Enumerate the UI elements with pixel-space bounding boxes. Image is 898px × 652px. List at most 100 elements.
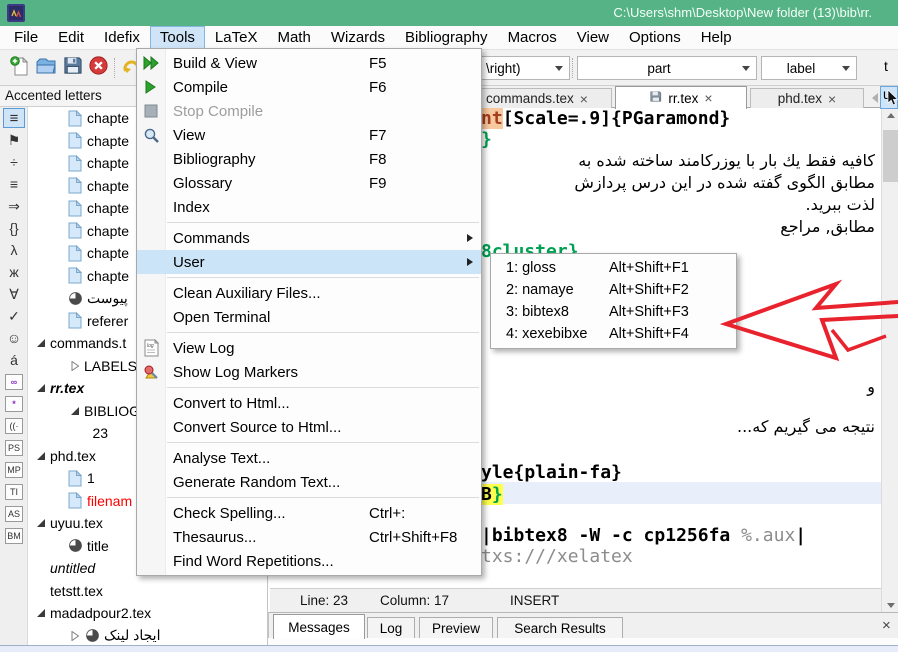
symbols-tab-structure-icon[interactable]: ≡	[0, 107, 28, 129]
toolbar-separator	[572, 58, 573, 78]
symbols-tab-as-icon[interactable]: AS	[0, 503, 28, 525]
symbols-tab-misc-checks-icon[interactable]: ✓	[0, 305, 28, 327]
menu-item-user[interactable]: User	[137, 250, 481, 274]
menu-item-label: Bibliography	[165, 151, 369, 168]
tab-rr-tex[interactable]: rr.tex×	[615, 86, 747, 109]
expander-open-icon[interactable]	[34, 608, 48, 618]
menu-item-compile[interactable]: CompileF6	[137, 75, 481, 99]
menu-item-bibliography[interactable]: BibliographyF8	[137, 147, 481, 171]
submenu-item-4-xexebibxe[interactable]: 4: xexebibxeAlt+Shift+F4	[491, 323, 736, 345]
menu-item-index[interactable]: Index	[137, 195, 481, 219]
tree-item-label: chapte	[85, 178, 129, 194]
symbols-tab-accented-letters-icon[interactable]: á	[0, 349, 28, 371]
menu-item-view[interactable]: ViewF7	[137, 123, 481, 147]
symbols-tab-bookmarks-icon[interactable]: ⚑	[0, 129, 28, 151]
menu-math[interactable]: Math	[267, 26, 320, 49]
view-log-icon: log	[137, 339, 165, 357]
tab-phd-tex[interactable]: phd.tex×	[750, 88, 864, 108]
menu-view[interactable]: View	[567, 26, 619, 49]
menu-item-show-log-markers[interactable]: Show Log Markers	[137, 360, 481, 384]
symbols-tab-asterisk-icon[interactable]: *	[0, 393, 28, 415]
expander-open-icon[interactable]	[34, 338, 48, 348]
expander-open-icon[interactable]	[68, 406, 82, 416]
tree-item-ایجاد-لینک[interactable]: ایجاد لینک	[28, 625, 267, 646]
menu-item-view-log[interactable]: logView Log	[137, 336, 481, 360]
symbols-tab-delimiters-icon[interactable]: {}	[0, 217, 28, 239]
symbols-tab-arrows-icon[interactable]: ⇒	[0, 195, 28, 217]
menu-macros[interactable]: Macros	[498, 26, 567, 49]
menu-item-convert-source-to-html[interactable]: Convert Source to Html...	[137, 415, 481, 439]
symbols-tab-ti-icon[interactable]: TI	[0, 481, 28, 503]
save-button[interactable]	[60, 56, 84, 80]
menu-wizards[interactable]: Wizards	[321, 26, 395, 49]
expander-open-icon[interactable]	[34, 451, 48, 461]
bottom-tab-search-results[interactable]: Search Results	[497, 617, 623, 639]
section-level-combo[interactable]: part	[577, 56, 757, 80]
menu-file[interactable]: File	[4, 26, 48, 49]
expander-open-icon[interactable]	[34, 383, 48, 393]
menu-idefix[interactable]: Idefix	[94, 26, 150, 49]
symbols-tab-ps-icon[interactable]: PS	[0, 437, 28, 459]
symbols-tab-relations-icon[interactable]: ≡	[0, 173, 28, 195]
symbols-tab-mp-icon[interactable]: MP	[0, 459, 28, 481]
menu-options[interactable]: Options	[619, 26, 691, 49]
bottom-tab-preview[interactable]: Preview	[419, 617, 493, 639]
symbols-tab-logic-icon[interactable]: ∀	[0, 283, 28, 305]
math-delimiter-combo[interactable]: \right)	[478, 56, 570, 80]
menu-item-check-spelling[interactable]: Check Spelling...Ctrl+:	[137, 501, 481, 525]
overflow-combo[interactable]: t	[884, 58, 888, 74]
menu-item-generate-random-text[interactable]: Generate Random Text...	[137, 470, 481, 494]
tab-close-icon[interactable]: ×	[580, 93, 588, 105]
close-file-button[interactable]	[86, 56, 110, 80]
submenu-item-1-gloss[interactable]: 1: glossAlt+Shift+F1	[491, 257, 736, 279]
submenu-item-2-namaye[interactable]: 2: namayeAlt+Shift+F2	[491, 279, 736, 301]
scrollbar-thumb[interactable]	[883, 130, 898, 182]
submenu-item-3-bibtex8[interactable]: 3: bibtex8Alt+Shift+F3	[491, 301, 736, 323]
tab-overflow[interactable]: u	[880, 86, 898, 109]
menu-bibliography[interactable]: Bibliography	[395, 26, 498, 49]
bottom-panel-close-icon[interactable]: ×	[882, 617, 891, 634]
menu-item-thesaurus[interactable]: Thesaurus...Ctrl+Shift+F8	[137, 525, 481, 549]
menu-item-find-word-repetitions[interactable]: Find Word Repetitions...	[137, 549, 481, 573]
scroll-up-icon[interactable]	[882, 108, 898, 122]
expander-closed-icon[interactable]	[68, 361, 82, 371]
bottom-tab-log[interactable]: Log	[367, 617, 415, 639]
tree-item-madadpour2-tex[interactable]: madadpour2.tex	[28, 602, 267, 625]
bottom-tab-messages[interactable]: Messages	[273, 614, 365, 639]
menu-item-build-view[interactable]: Build & ViewF5	[137, 51, 481, 75]
tools-menu: Build & ViewF5CompileF6Stop CompileViewF…	[136, 48, 482, 576]
tree-item-tetstt-tex[interactable]: tetstt.tex	[28, 580, 267, 603]
menu-latex[interactable]: LaTeX	[205, 26, 268, 49]
scroll-down-icon[interactable]	[882, 598, 898, 612]
tree-item-label: madadpour2.tex	[48, 605, 151, 621]
symbols-tab-smileys-icon[interactable]: ☺	[0, 327, 28, 349]
tab-close-icon[interactable]: ×	[828, 93, 836, 105]
symbols-tab-cyrillic-icon[interactable]: ж	[0, 261, 28, 283]
menu-help[interactable]: Help	[691, 26, 742, 49]
code-segment: كافيه فقط يك بار با يوزركامند ساخته شده …	[578, 151, 875, 170]
expander-closed-icon[interactable]	[68, 631, 82, 641]
menu-item-label: Analyse Text...	[165, 450, 369, 467]
symbols-tab-operators-icon[interactable]: ÷	[0, 151, 28, 173]
menu-item-convert-to-html[interactable]: Convert to Html...	[137, 391, 481, 415]
tab-close-icon[interactable]: ×	[704, 92, 712, 104]
expander-open-icon[interactable]	[34, 518, 48, 528]
menu-item-commands[interactable]: Commands	[137, 226, 481, 250]
menu-tools[interactable]: Tools	[150, 26, 205, 49]
menu-item-glossary[interactable]: GlossaryF9	[137, 171, 481, 195]
tab-commands-tex[interactable]: commands.tex×	[462, 88, 612, 108]
menu-item-analyse-text[interactable]: Analyse Text...	[137, 446, 481, 470]
new-file-button[interactable]	[8, 56, 32, 80]
menu-item-clean-auxiliary-files[interactable]: Clean Auxiliary Files...	[137, 281, 481, 305]
symbols-tab-infinity-icon[interactable]: ∞	[0, 371, 28, 393]
menu-edit[interactable]: Edit	[48, 26, 94, 49]
file-icon	[65, 267, 85, 284]
symbols-tab-brackets-icon[interactable]: ((·	[0, 415, 28, 437]
symbols-tab-greek-icon[interactable]: λ	[0, 239, 28, 261]
symbols-tab-bm-icon[interactable]: BM	[0, 525, 28, 547]
menu-item-open-terminal[interactable]: Open Terminal	[137, 305, 481, 329]
status-line: Line: 23	[300, 593, 348, 608]
ref-type-combo[interactable]: label	[761, 56, 857, 80]
open-file-button[interactable]	[34, 56, 58, 80]
editor-line: txs:///xelatex	[481, 546, 633, 567]
